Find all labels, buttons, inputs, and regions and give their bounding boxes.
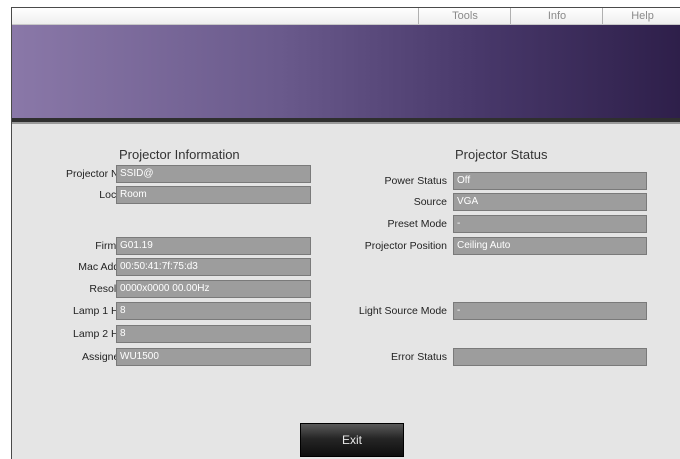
source-field: VGA bbox=[453, 193, 647, 211]
light-source-mode-field: - bbox=[453, 302, 647, 320]
error-status-field bbox=[453, 348, 647, 366]
location-field: Room bbox=[116, 186, 311, 204]
power-status-field: Off bbox=[453, 172, 647, 190]
app-frame: Tools Info Help Projector Information Pr… bbox=[11, 7, 680, 459]
header-banner bbox=[12, 25, 680, 118]
exit-button[interactable]: Exit bbox=[300, 423, 404, 457]
projector-position-label: Projector Position bbox=[364, 240, 447, 252]
main-content: Projector Information Projector Name SSI… bbox=[12, 124, 680, 459]
firmware-field: G01.19 bbox=[116, 237, 311, 255]
projector-name-field: SSID@ bbox=[116, 165, 311, 183]
power-status-label: Power Status bbox=[384, 175, 447, 187]
resolution-field: 0000x0000 00.00Hz bbox=[116, 280, 311, 298]
menu-tools[interactable]: Tools bbox=[418, 8, 511, 24]
lamp2-hours-field: 8 bbox=[116, 325, 311, 343]
projector-status-title: Projector Status bbox=[455, 147, 548, 162]
projector-information-title: Projector Information bbox=[119, 147, 240, 162]
source-label: Source bbox=[413, 196, 447, 208]
preset-mode-field: - bbox=[453, 215, 647, 233]
assigned-to-field: WU1500 bbox=[116, 348, 311, 366]
projector-position-field: Ceiling Auto bbox=[453, 237, 647, 255]
menu-info[interactable]: Info bbox=[510, 8, 603, 24]
lamp1-hours-field: 8 bbox=[116, 302, 311, 320]
preset-mode-label: Preset Mode bbox=[387, 218, 447, 230]
mac-address-field: 00:50:41:7f:75:d3 bbox=[116, 258, 311, 276]
light-source-mode-label: Light Source Mode bbox=[358, 305, 447, 317]
menu-bar: Tools Info Help bbox=[12, 8, 680, 25]
menu-help[interactable]: Help bbox=[602, 8, 680, 24]
error-status-label: Error Status bbox=[390, 351, 447, 363]
